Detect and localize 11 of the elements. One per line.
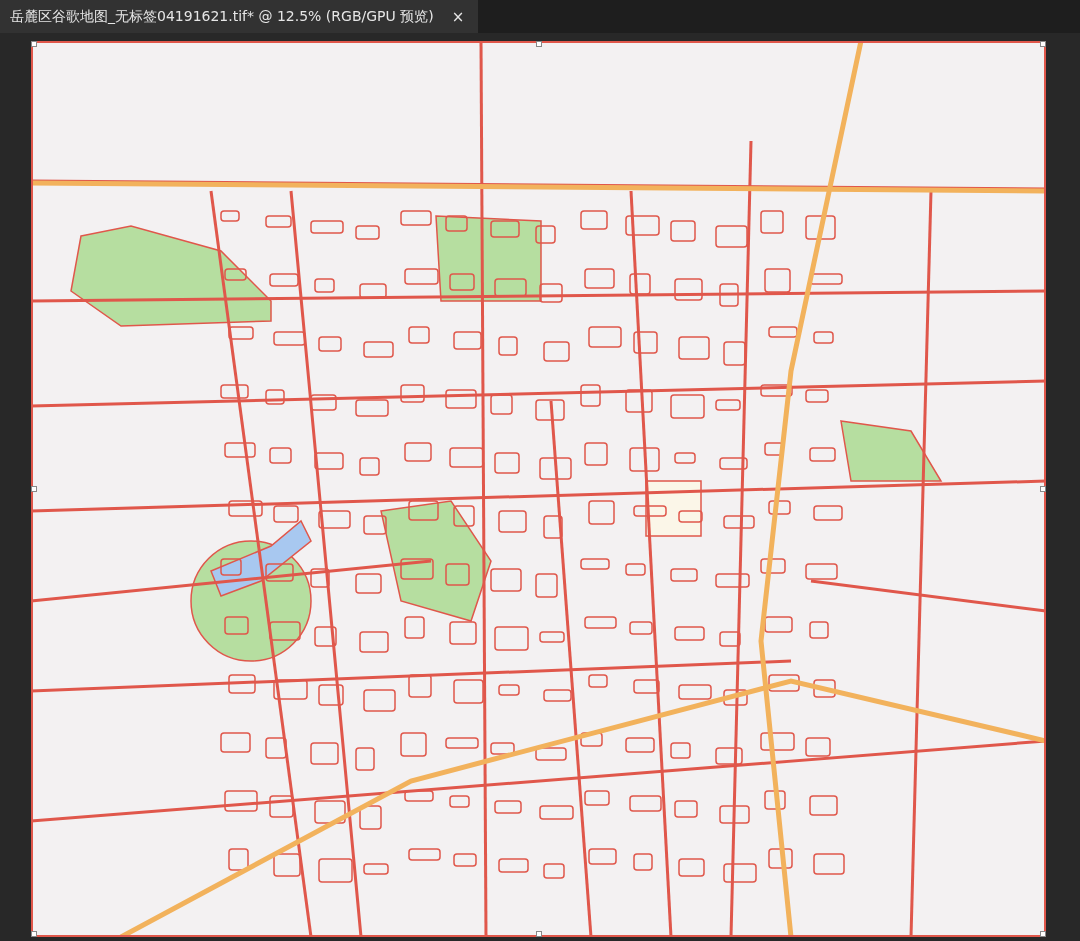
transform-handle[interactable] <box>1040 41 1046 47</box>
transform-handle[interactable] <box>1040 931 1046 937</box>
transform-handle[interactable] <box>535 931 542 937</box>
transform-handle[interactable] <box>535 41 542 47</box>
close-button[interactable]: × <box>447 7 469 26</box>
transform-handle[interactable] <box>31 486 37 492</box>
document-tab[interactable]: 岳麓区谷歌地图_无标签04191621.tif* @ 12.5% (RGB/GPU 预览) × <box>0 0 479 33</box>
transform-handle[interactable] <box>31 931 37 937</box>
transform-handle[interactable] <box>1040 486 1046 492</box>
document-title: 岳麓区谷歌地图_无标签04191621.tif* @ 12.5% (RGB/GPU 预览) <box>10 7 434 26</box>
transform-handle[interactable] <box>31 41 37 47</box>
